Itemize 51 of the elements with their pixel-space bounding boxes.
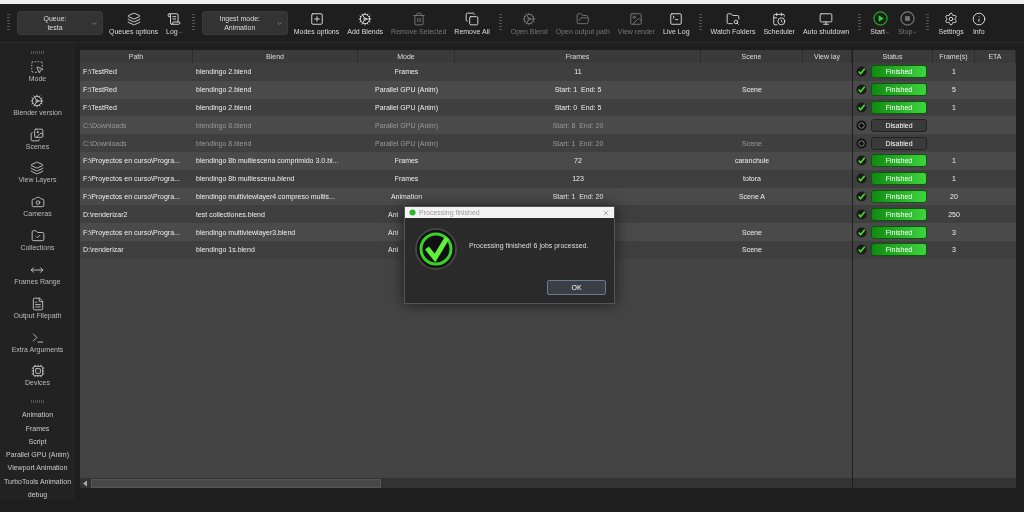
scroll-left-icon[interactable]	[82, 479, 88, 487]
table-cell	[975, 63, 1016, 81]
circle-icon	[856, 137, 867, 149]
table-cell	[975, 223, 1016, 241]
layers-icon	[126, 11, 141, 26]
terminal-icon	[669, 11, 684, 26]
monitor-icon	[819, 11, 834, 26]
table-cell	[975, 134, 1016, 152]
info-icon	[971, 11, 986, 26]
check-icon	[856, 102, 867, 113]
camera-icon	[30, 195, 45, 210]
folder-check-icon	[30, 229, 45, 244]
scrollbar-thumb[interactable]	[91, 478, 381, 488]
cursor-icon	[30, 60, 45, 74]
status-dot-icon	[409, 209, 416, 216]
table-cell	[975, 205, 1016, 224]
image-icon	[629, 11, 644, 26]
check-icon	[856, 244, 867, 256]
folder-icon	[575, 11, 590, 26]
calendar-icon	[772, 11, 787, 26]
caret-icon	[91, 20, 98, 27]
check-icon	[856, 173, 867, 185]
gear-icon	[30, 93, 45, 108]
check-icon	[856, 155, 867, 167]
close-icon[interactable]	[602, 208, 610, 217]
circle-icon	[856, 119, 867, 131]
check-icon	[856, 84, 867, 96]
check-icon	[856, 208, 867, 220]
settings-icon	[944, 11, 959, 26]
gear-icon	[522, 11, 537, 26]
copy-icon	[465, 11, 480, 26]
play-icon	[872, 11, 888, 26]
check-icon	[856, 226, 867, 238]
chip-icon	[30, 364, 45, 379]
trash-icon	[411, 11, 426, 26]
images-icon	[30, 127, 45, 142]
table-cell	[975, 116, 1016, 135]
list-icon	[167, 11, 182, 26]
stop-icon	[900, 11, 916, 26]
check-icon	[856, 66, 867, 78]
caret-icon	[275, 20, 283, 27]
layers-icon	[30, 161, 45, 176]
check-icon	[415, 228, 457, 270]
file-icon	[30, 296, 45, 311]
caret-icon	[912, 30, 918, 35]
caret-icon	[885, 30, 891, 35]
folder-search-icon	[726, 11, 740, 26]
plus-square-icon	[309, 11, 324, 26]
terminal-icon	[30, 330, 45, 345]
check-icon	[856, 190, 867, 202]
caret-icon	[177, 29, 183, 35]
